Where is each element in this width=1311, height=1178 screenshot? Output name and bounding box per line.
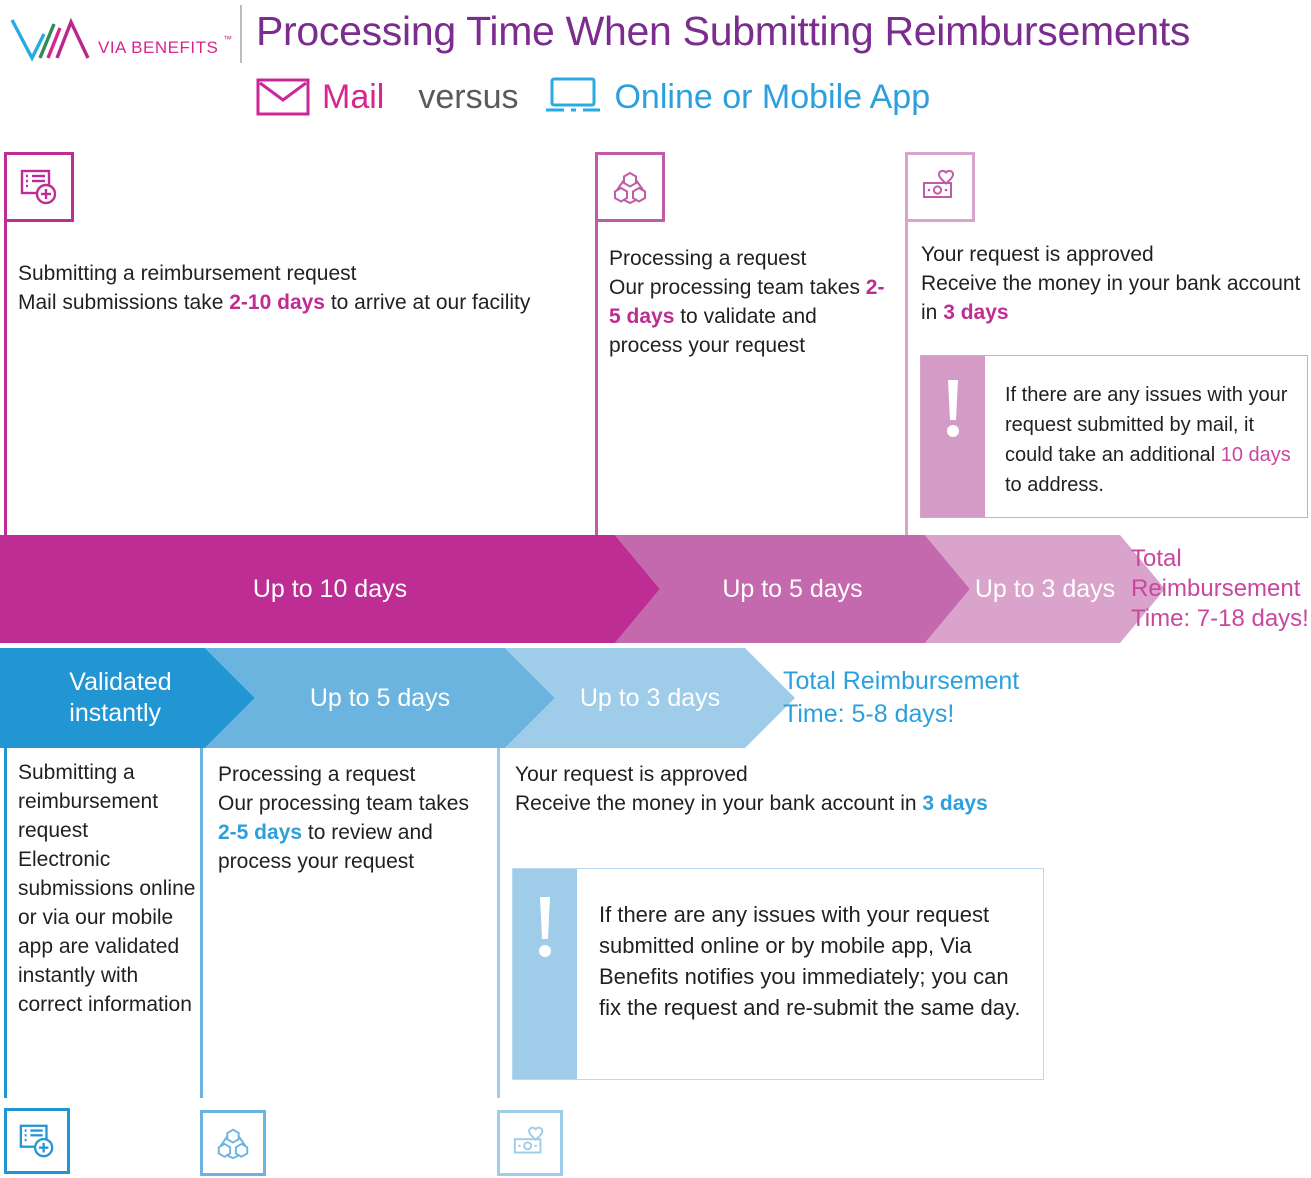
mail-step-1-highlight: 2-10 days: [229, 291, 325, 314]
versus-label: versus: [418, 77, 519, 116]
mail-chevron-1: Up to 10 days: [0, 535, 660, 643]
online-chevron-2-label: Up to 5 days: [309, 683, 451, 712]
online-chevron-1-line1: Validated: [69, 668, 172, 696]
process-nodes-icon-box: [595, 152, 665, 222]
exclamation-glyph: [947, 380, 959, 437]
money-heart-icon: [923, 169, 955, 198]
laptop-icon: [546, 77, 601, 112]
logo-trademark: ™: [223, 34, 232, 44]
mail-channel: Mail: [256, 78, 384, 117]
form-add-icon-box: [4, 152, 74, 222]
mail-step-1-heading: Submitting a reimbursement request: [18, 262, 357, 285]
online-step-2-text: Processing a request Our processing team…: [218, 760, 493, 876]
mail-total-time: Total Reimbursement Time: 7-18 days!: [1131, 544, 1309, 634]
online-channel: Online or Mobile App: [544, 77, 930, 117]
mail-label: Mail: [322, 77, 385, 116]
online-chevron-1-label: Validated instantly: [69, 667, 171, 729]
mail-step-1-rule: [4, 222, 7, 535]
exclamation-glyph: [539, 897, 551, 957]
online-step-1-heading: Submitting a reimbursement request: [18, 761, 159, 842]
online-chevron-3-label: Up to 3 days: [579, 683, 721, 712]
mail-step-2-body-before: Our processing team takes: [609, 276, 866, 299]
mail-callout-text: If there are any issues with your reques…: [985, 356, 1307, 517]
mail-total-line3: Time: 7-18 days!: [1131, 605, 1309, 632]
exclamation-icon: [921, 356, 985, 517]
online-total-line2: Time: 5-8 days!: [783, 700, 955, 728]
money-heart-icon-box: [905, 152, 975, 222]
mail-step-1-body-before: Mail submissions take: [18, 291, 230, 314]
mail-callout-highlight: 10 days: [1220, 444, 1291, 466]
mail-total-line1: Total: [1131, 545, 1182, 572]
online-step-1-body: Electronic submissions online or via our…: [18, 848, 196, 1016]
online-step-2-heading: Processing a request: [218, 763, 416, 786]
mail-step-1-text: Submitting a reimbursement request Mail …: [18, 259, 578, 317]
mail-step-2-text: Processing a request Our processing team…: [609, 244, 894, 360]
mail-total-line2: Reimbursement: [1131, 575, 1301, 602]
mail-chevron-2: Up to 5 days: [615, 535, 970, 643]
money-heart-icon: [513, 1126, 544, 1154]
via-logo-mark: [10, 17, 90, 62]
online-step-3-icon-box: [497, 1110, 563, 1176]
online-step-2-highlight: 2-5 days: [218, 821, 303, 844]
mail-step-2-rule: [595, 222, 598, 535]
header-divider: [240, 5, 242, 63]
mail-step-3-heading: Your request is approved: [921, 243, 1154, 266]
mail-chevron-3-label: Up to 3 days: [974, 574, 1116, 603]
mail-step-2-heading: Processing a request: [609, 247, 807, 270]
online-chevron-1-line2: instantly: [69, 699, 162, 727]
online-step-2-icon-box: [200, 1110, 266, 1176]
online-step-1-text: Submitting a reimbursement request Elect…: [18, 758, 198, 1019]
online-step-3-body-before: Receive the money in your bank account i…: [515, 792, 923, 815]
mail-timeline-band: Up to 10 days Up to 5 days Up to 3 days: [0, 535, 1311, 643]
page-header: VIA BENEFITS ™ Processing Time When Subm…: [0, 0, 1311, 140]
logo-wordmark: VIA BENEFITS: [98, 38, 219, 57]
online-step-3-text: Your request is approved Receive the mon…: [515, 760, 1055, 818]
online-callout: If there are any issues with your reques…: [512, 868, 1044, 1080]
online-callout-text: If there are any issues with your reques…: [599, 902, 1021, 1020]
mail-step-3-text: Your request is approved Receive the mon…: [921, 240, 1311, 327]
online-total-time: Total Reimbursement Time: 5-8 days!: [783, 665, 1019, 731]
mail-chevron-1-label: Up to 10 days: [252, 574, 408, 603]
online-step-2-body-before: Our processing team takes: [218, 792, 469, 815]
online-step-1-icon-box: [4, 1108, 70, 1174]
mail-callout-after: to address.: [1005, 474, 1104, 496]
online-label: Online or Mobile App: [614, 77, 931, 116]
process-nodes-icon: [217, 1128, 249, 1160]
page-title: Processing Time When Submitting Reimburs…: [256, 8, 1191, 54]
mail-step-3-highlight: 3 days: [943, 301, 1009, 324]
mail-callout: If there are any issues with your reques…: [920, 355, 1308, 518]
form-add-icon: [19, 1124, 54, 1158]
exclamation-icon: [513, 869, 577, 1079]
process-nodes-icon: [614, 171, 646, 205]
online-chevron-2: Up to 5 days: [205, 648, 555, 748]
online-chevron-1: Validated instantly: [0, 648, 255, 748]
online-step-2-rule: [200, 748, 203, 1098]
online-step-3-highlight: 3 days: [922, 792, 988, 815]
envelope-icon: [256, 78, 310, 116]
online-step-3-heading: Your request is approved: [515, 763, 748, 786]
mail-chevron-2-label: Up to 5 days: [722, 574, 863, 603]
mail-step-1-body-after: to arrive at our facility: [324, 291, 531, 314]
comparison-subtitle: Mail versus Online or Mobile App: [256, 70, 930, 124]
via-benefits-logo[interactable]: VIA BENEFITS ™: [10, 14, 232, 66]
form-add-icon: [20, 169, 57, 205]
online-step-3-rule: [497, 748, 500, 1098]
online-step-1-rule: [4, 748, 7, 1098]
online-total-line1: Total Reimbursement: [783, 667, 1020, 695]
mail-step-3-rule: [905, 222, 908, 535]
online-timeline-band: Validated instantly Up to 5 days Up to 3…: [0, 648, 1311, 748]
